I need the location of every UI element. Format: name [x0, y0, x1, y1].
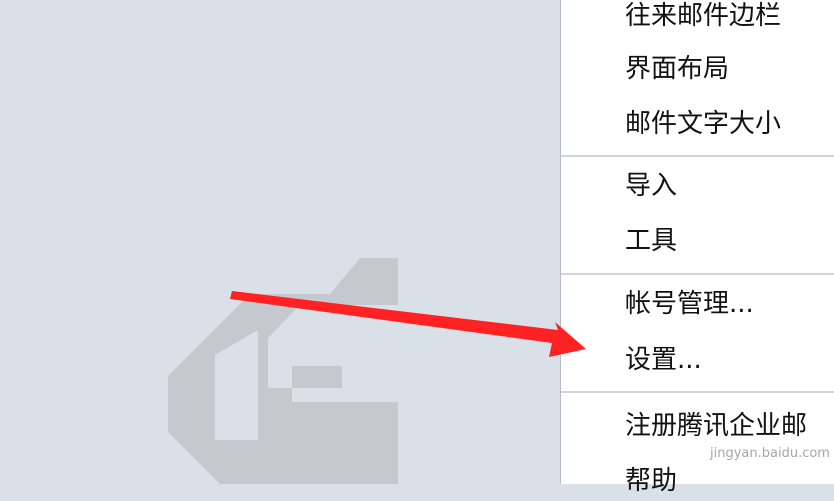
menu-separator — [561, 391, 834, 393]
menu-item-register-tencent-exmail[interactable]: 注册腾讯企业邮 — [625, 406, 807, 446]
menu-separator — [561, 273, 834, 275]
menu-item-mail-sidebar[interactable]: 往来邮件边栏 — [625, 0, 781, 36]
menu-item-tools[interactable]: 工具 — [625, 221, 677, 261]
menu-item-help[interactable]: 帮助 — [625, 461, 677, 501]
menu-item-interface-layout[interactable]: 界面布局 — [625, 49, 729, 89]
menu-item-mail-text-size[interactable]: 邮件文字大小 — [625, 104, 781, 144]
menu-item-account-management[interactable]: 帐号管理... — [625, 284, 754, 324]
menu-item-settings[interactable]: 设置... — [625, 340, 702, 380]
menu-item-import[interactable]: 导入 — [625, 166, 677, 206]
context-menu: 往来邮件边栏 界面布局 邮件文字大小 导入 工具 帐号管理... 设置... 注… — [560, 0, 834, 496]
menu-separator — [561, 155, 834, 157]
watermark-text: jingyan.baidu.com — [710, 446, 830, 461]
